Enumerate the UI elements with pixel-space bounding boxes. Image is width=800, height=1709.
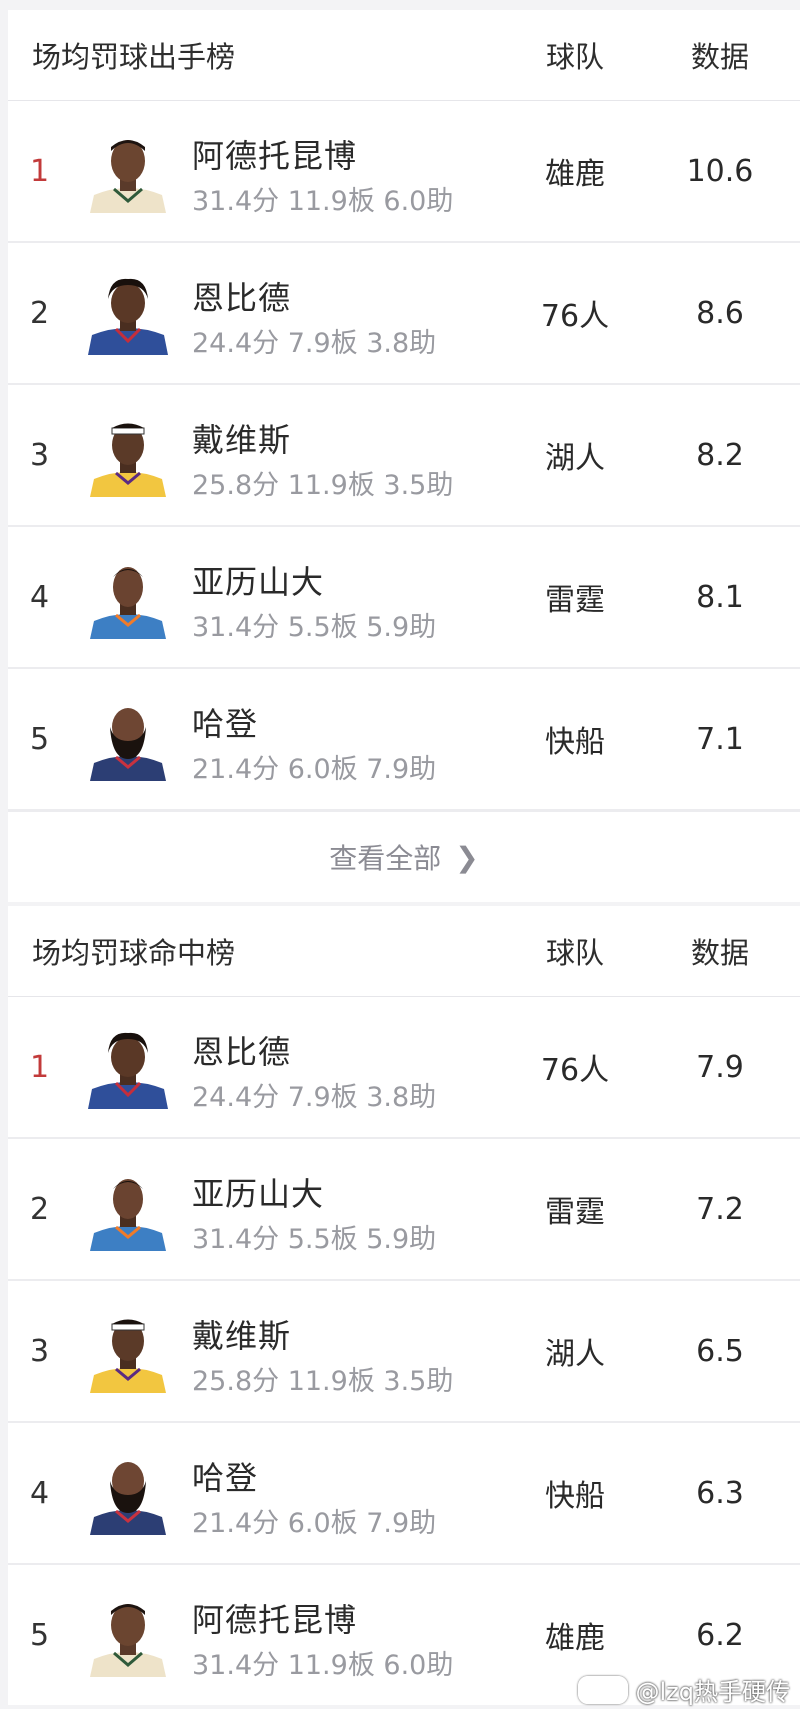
player-headshot: [86, 413, 170, 497]
player-headshot: [86, 697, 170, 781]
watermark: @lzq热手硬传: [577, 1672, 791, 1707]
rank-number: 1: [30, 153, 50, 189]
stat-value: 7.2: [696, 1191, 744, 1227]
col-team-label: 球队: [545, 40, 604, 74]
view-all-link[interactable]: 查看全部 ❯: [8, 811, 800, 902]
player-row[interactable]: 4 哈登 21.4分 6.0板 7.9助 快船 6.3: [8, 1423, 800, 1565]
ft-attempts-card: 场均罚球出手榜 球队 数据 1 阿德托昆博 31.4分 11.9板 6.0助 雄…: [8, 10, 800, 902]
rank-number: 4: [30, 579, 50, 615]
player-headshot: [86, 129, 170, 213]
rank-number: 2: [30, 295, 50, 331]
player-name: 戴维斯: [192, 421, 292, 459]
stat-value: 8.2: [696, 437, 744, 473]
player-row[interactable]: 2 恩比德 24.4分 7.9板 3.8助 76人 8.6: [8, 243, 800, 385]
player-name: 亚历山大: [192, 1175, 325, 1213]
stat-value: 6.5: [696, 1333, 744, 1369]
player-headshot-76ers: [86, 1025, 170, 1109]
player-row[interactable]: 4 亚历山大 31.4分 5.5板 5.9助 雷霆 8.1: [8, 527, 800, 669]
player-headshot: [86, 271, 170, 355]
player-headshot: [86, 1167, 170, 1251]
player-headshot: [86, 1451, 170, 1535]
stat-value: 10.6: [686, 153, 754, 189]
ft-attempts-header: 场均罚球出手榜 球队 数据: [8, 10, 800, 101]
team-name: 76人: [540, 299, 610, 334]
stat-value: 6.3: [696, 1475, 744, 1511]
player-row[interactable]: 1 阿德托昆博 31.4分 11.9板 6.0助 雄鹿 10.6: [8, 101, 800, 243]
rank-number: 1: [30, 1049, 50, 1085]
player-name: 阿德托昆博: [192, 137, 358, 175]
player-name: 恩比德: [192, 279, 292, 317]
rank-number: 5: [30, 1617, 50, 1653]
col-team-label: 球队: [545, 936, 604, 970]
player-name: 哈登: [192, 705, 259, 743]
stat-value: 8.6: [696, 295, 744, 331]
team-name: 湖人: [545, 441, 605, 476]
rank-number: 2: [30, 1191, 50, 1227]
player-row[interactable]: 3 戴维斯 25.8分 11.9板 3.5助 湖人 8.2: [8, 385, 800, 527]
player-name: 哈登: [192, 1459, 259, 1497]
player-headshot: [86, 555, 170, 639]
stat-value: 7.9: [696, 1049, 744, 1085]
player-name: 戴维斯: [192, 1317, 292, 1355]
view-all-label: 查看全部: [329, 842, 442, 875]
watermark-text: @lzq热手硬传: [635, 1678, 791, 1706]
player-name: 亚历山大: [192, 563, 325, 601]
player-stats: 31.4分 5.5板 5.9助: [192, 1224, 437, 1255]
player-headshot: [86, 1309, 170, 1393]
player-row[interactable]: 3 戴维斯 25.8分 11.9板 3.5助 湖人 6.5: [8, 1281, 800, 1423]
player-row[interactable]: 5 哈登 21.4分 6.0板 7.9助 快船 7.1: [8, 669, 800, 811]
player-headshot-clippers: [86, 697, 170, 781]
player-stats: 31.4分 11.9板 6.0助: [192, 1650, 454, 1681]
player-headshot-lakers: [86, 1309, 170, 1393]
rank-number: 3: [30, 437, 50, 473]
col-value-label: 数据: [690, 40, 749, 74]
player-headshot-thunder: [86, 555, 170, 639]
player-stats: 21.4分 6.0板 7.9助: [192, 754, 437, 785]
player-stats: 25.8分 11.9板 3.5助: [192, 470, 454, 501]
team-name: 湖人: [545, 1337, 605, 1372]
rank-number: 4: [30, 1475, 50, 1511]
chevron-right-icon: ❯: [455, 840, 479, 874]
rank-number: 5: [30, 721, 50, 757]
team-name: 76人: [540, 1053, 610, 1088]
player-headshot: [86, 1593, 170, 1677]
player-headshot-bucks: [86, 129, 170, 213]
player-stats: 24.4分 7.9板 3.8助: [192, 1082, 437, 1113]
stat-value: 8.1: [696, 579, 744, 615]
watermark-badge-icon: [577, 1675, 628, 1704]
player-stats: 31.4分 5.5板 5.9助: [192, 612, 437, 643]
stat-value: 7.1: [696, 721, 744, 757]
player-row[interactable]: 1 恩比德 24.4分 7.9板 3.8助 76人 7.9: [8, 997, 800, 1139]
ft-made-card: 场均罚球命中榜 球队 数据 1 恩比德 24.4分 7.9板 3.8助 76人 …: [8, 906, 800, 1705]
player-headshot-76ers: [86, 271, 170, 355]
team-name: 雷霆: [545, 583, 605, 618]
player-stats: 31.4分 11.9板 6.0助: [192, 186, 454, 217]
player-row[interactable]: 2 亚历山大 31.4分 5.5板 5.9助 雷霆 7.2: [8, 1139, 800, 1281]
team-name: 快船: [545, 725, 605, 760]
ft-made-header: 场均罚球命中榜 球队 数据: [8, 906, 800, 997]
team-name: 雷霆: [545, 1195, 605, 1230]
team-name: 快船: [545, 1479, 605, 1514]
player-stats: 25.8分 11.9板 3.5助: [192, 1366, 454, 1397]
col-value-label: 数据: [690, 936, 749, 970]
player-headshot: [86, 1025, 170, 1109]
rank-number: 3: [30, 1333, 50, 1369]
team-name: 雄鹿: [545, 157, 605, 192]
player-name: 恩比德: [192, 1033, 292, 1071]
player-headshot-bucks: [86, 1593, 170, 1677]
player-name: 阿德托昆博: [192, 1601, 358, 1639]
player-headshot-clippers: [86, 1451, 170, 1535]
player-headshot-lakers: [86, 413, 170, 497]
player-stats: 21.4分 6.0板 7.9助: [192, 1508, 437, 1539]
player-stats: 24.4分 7.9板 3.8助: [192, 328, 437, 359]
player-headshot-thunder: [86, 1167, 170, 1251]
